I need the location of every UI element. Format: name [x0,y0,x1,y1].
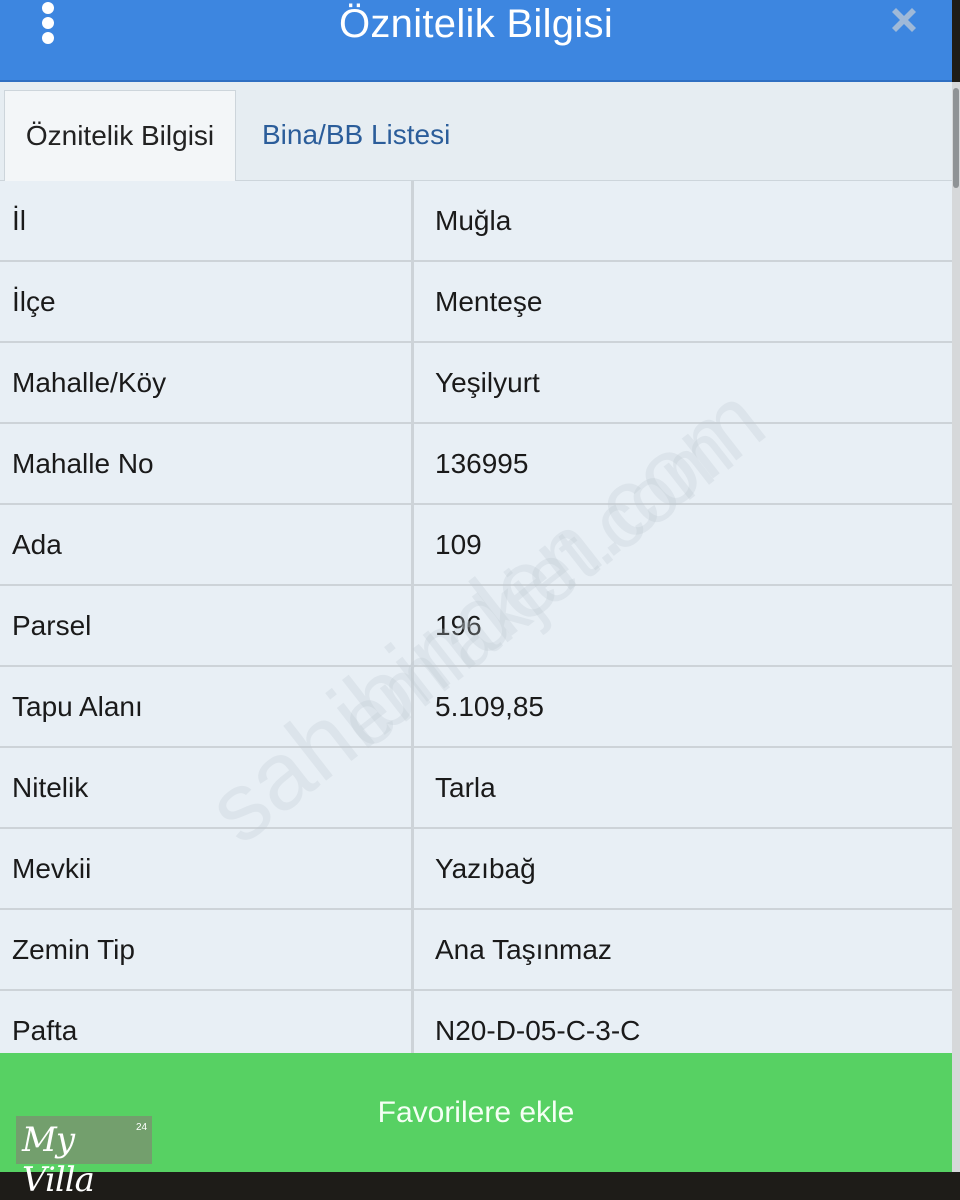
attribute-value: Ana Taşınmaz [435,934,612,965]
vertical-scrollbar[interactable] [952,82,960,1172]
attribute-value: Yazıbağ [435,853,536,884]
attribute-label: Mahalle/Köy [0,343,414,422]
attribute-label: Mevkii [0,829,414,908]
attribute-label: Nitelik [0,748,414,827]
table-row: Mahalle/Köy Yeşilyurt [0,343,952,424]
attribute-value: Yeşilyurt [435,367,540,398]
table-row: Nitelik Tarla [0,748,952,829]
attribute-value: Tarla [435,772,496,803]
attribute-label: Tapu Alanı [0,667,414,746]
table-row: İl Muğla [0,181,952,262]
table-row: İlçe Menteşe [0,262,952,343]
tab-building-list[interactable]: Bina/BB Listesi [262,90,450,180]
table-row: Zemin Tip Ana Taşınmaz [0,910,952,991]
dialog-title: Öznitelik Bilgisi [338,2,614,46]
logo-text: My Villa [22,1120,95,1200]
attribute-value: 136995 [435,448,529,479]
close-icon[interactable] [886,4,922,40]
dialog-header: Öznitelik Bilgisi [0,0,952,82]
myvilla-logo: My Villa 24 [16,1116,152,1200]
table-row: Tapu Alanı 5.109,85 [0,667,952,748]
attribute-value: Muğla [435,205,512,236]
table-row: Mahalle No 136995 [0,424,952,505]
table-row: Parsel 196 [0,586,952,667]
attribute-label: Parsel [0,586,414,665]
tab-bar: Öznitelik Bilgisi Bina/BB Listesi [0,82,952,181]
logo-superscript: 24 [136,1122,148,1133]
attribute-label: Zemin Tip [0,910,414,989]
tab-attribute-info[interactable]: Öznitelik Bilgisi [4,90,236,181]
attribute-value: 5.109,85 [435,691,544,722]
attribute-label: Mahalle No [0,424,414,503]
table-row: Mevkii Yazıbağ [0,829,952,910]
attribute-value: 109 [435,529,482,560]
attribute-label: Ada [0,505,414,584]
attribute-label: İl [0,181,414,260]
attribute-label: İlçe [0,262,414,341]
attribute-table: İl Muğla İlçe Menteşe Mahalle/Köy Yeşily… [0,181,952,1072]
attribute-value: Menteşe [435,286,543,317]
table-row: Ada 109 [0,505,952,586]
attribute-dialog: Öznitelik Bilgisi Öznitelik Bilgisi Bina… [0,0,952,1172]
scrollbar-thumb[interactable] [953,88,959,188]
attribute-value: 196 [435,610,482,641]
